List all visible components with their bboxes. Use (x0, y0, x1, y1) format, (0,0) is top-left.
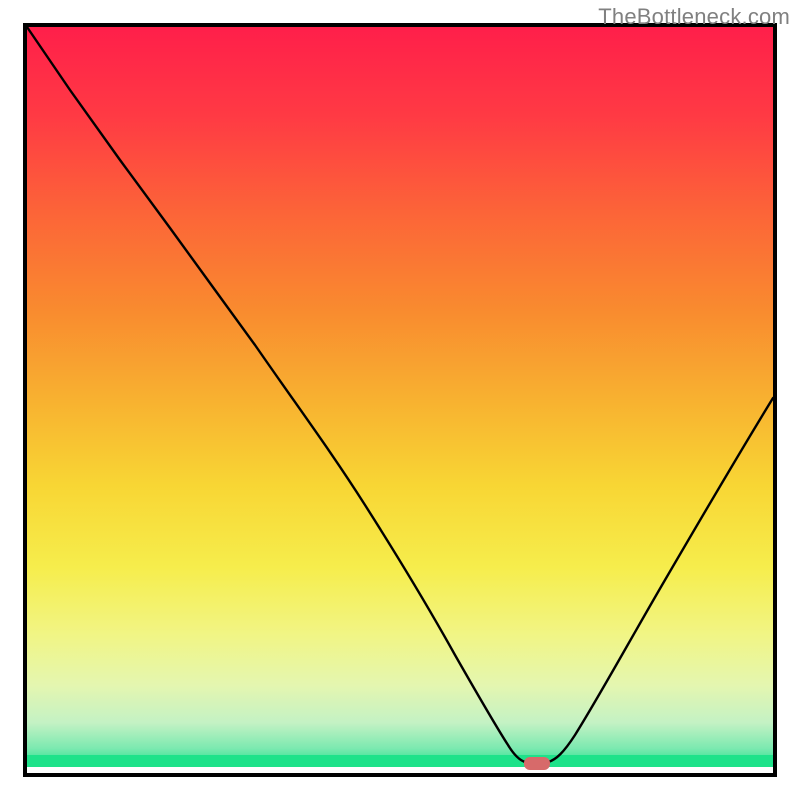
bottleneck-chart (0, 0, 800, 800)
chart-background-gradient (27, 27, 773, 767)
optimum-marker (524, 757, 550, 770)
chart-baseline-band (27, 755, 773, 767)
attribution-text: TheBottleneck.com (598, 4, 790, 30)
